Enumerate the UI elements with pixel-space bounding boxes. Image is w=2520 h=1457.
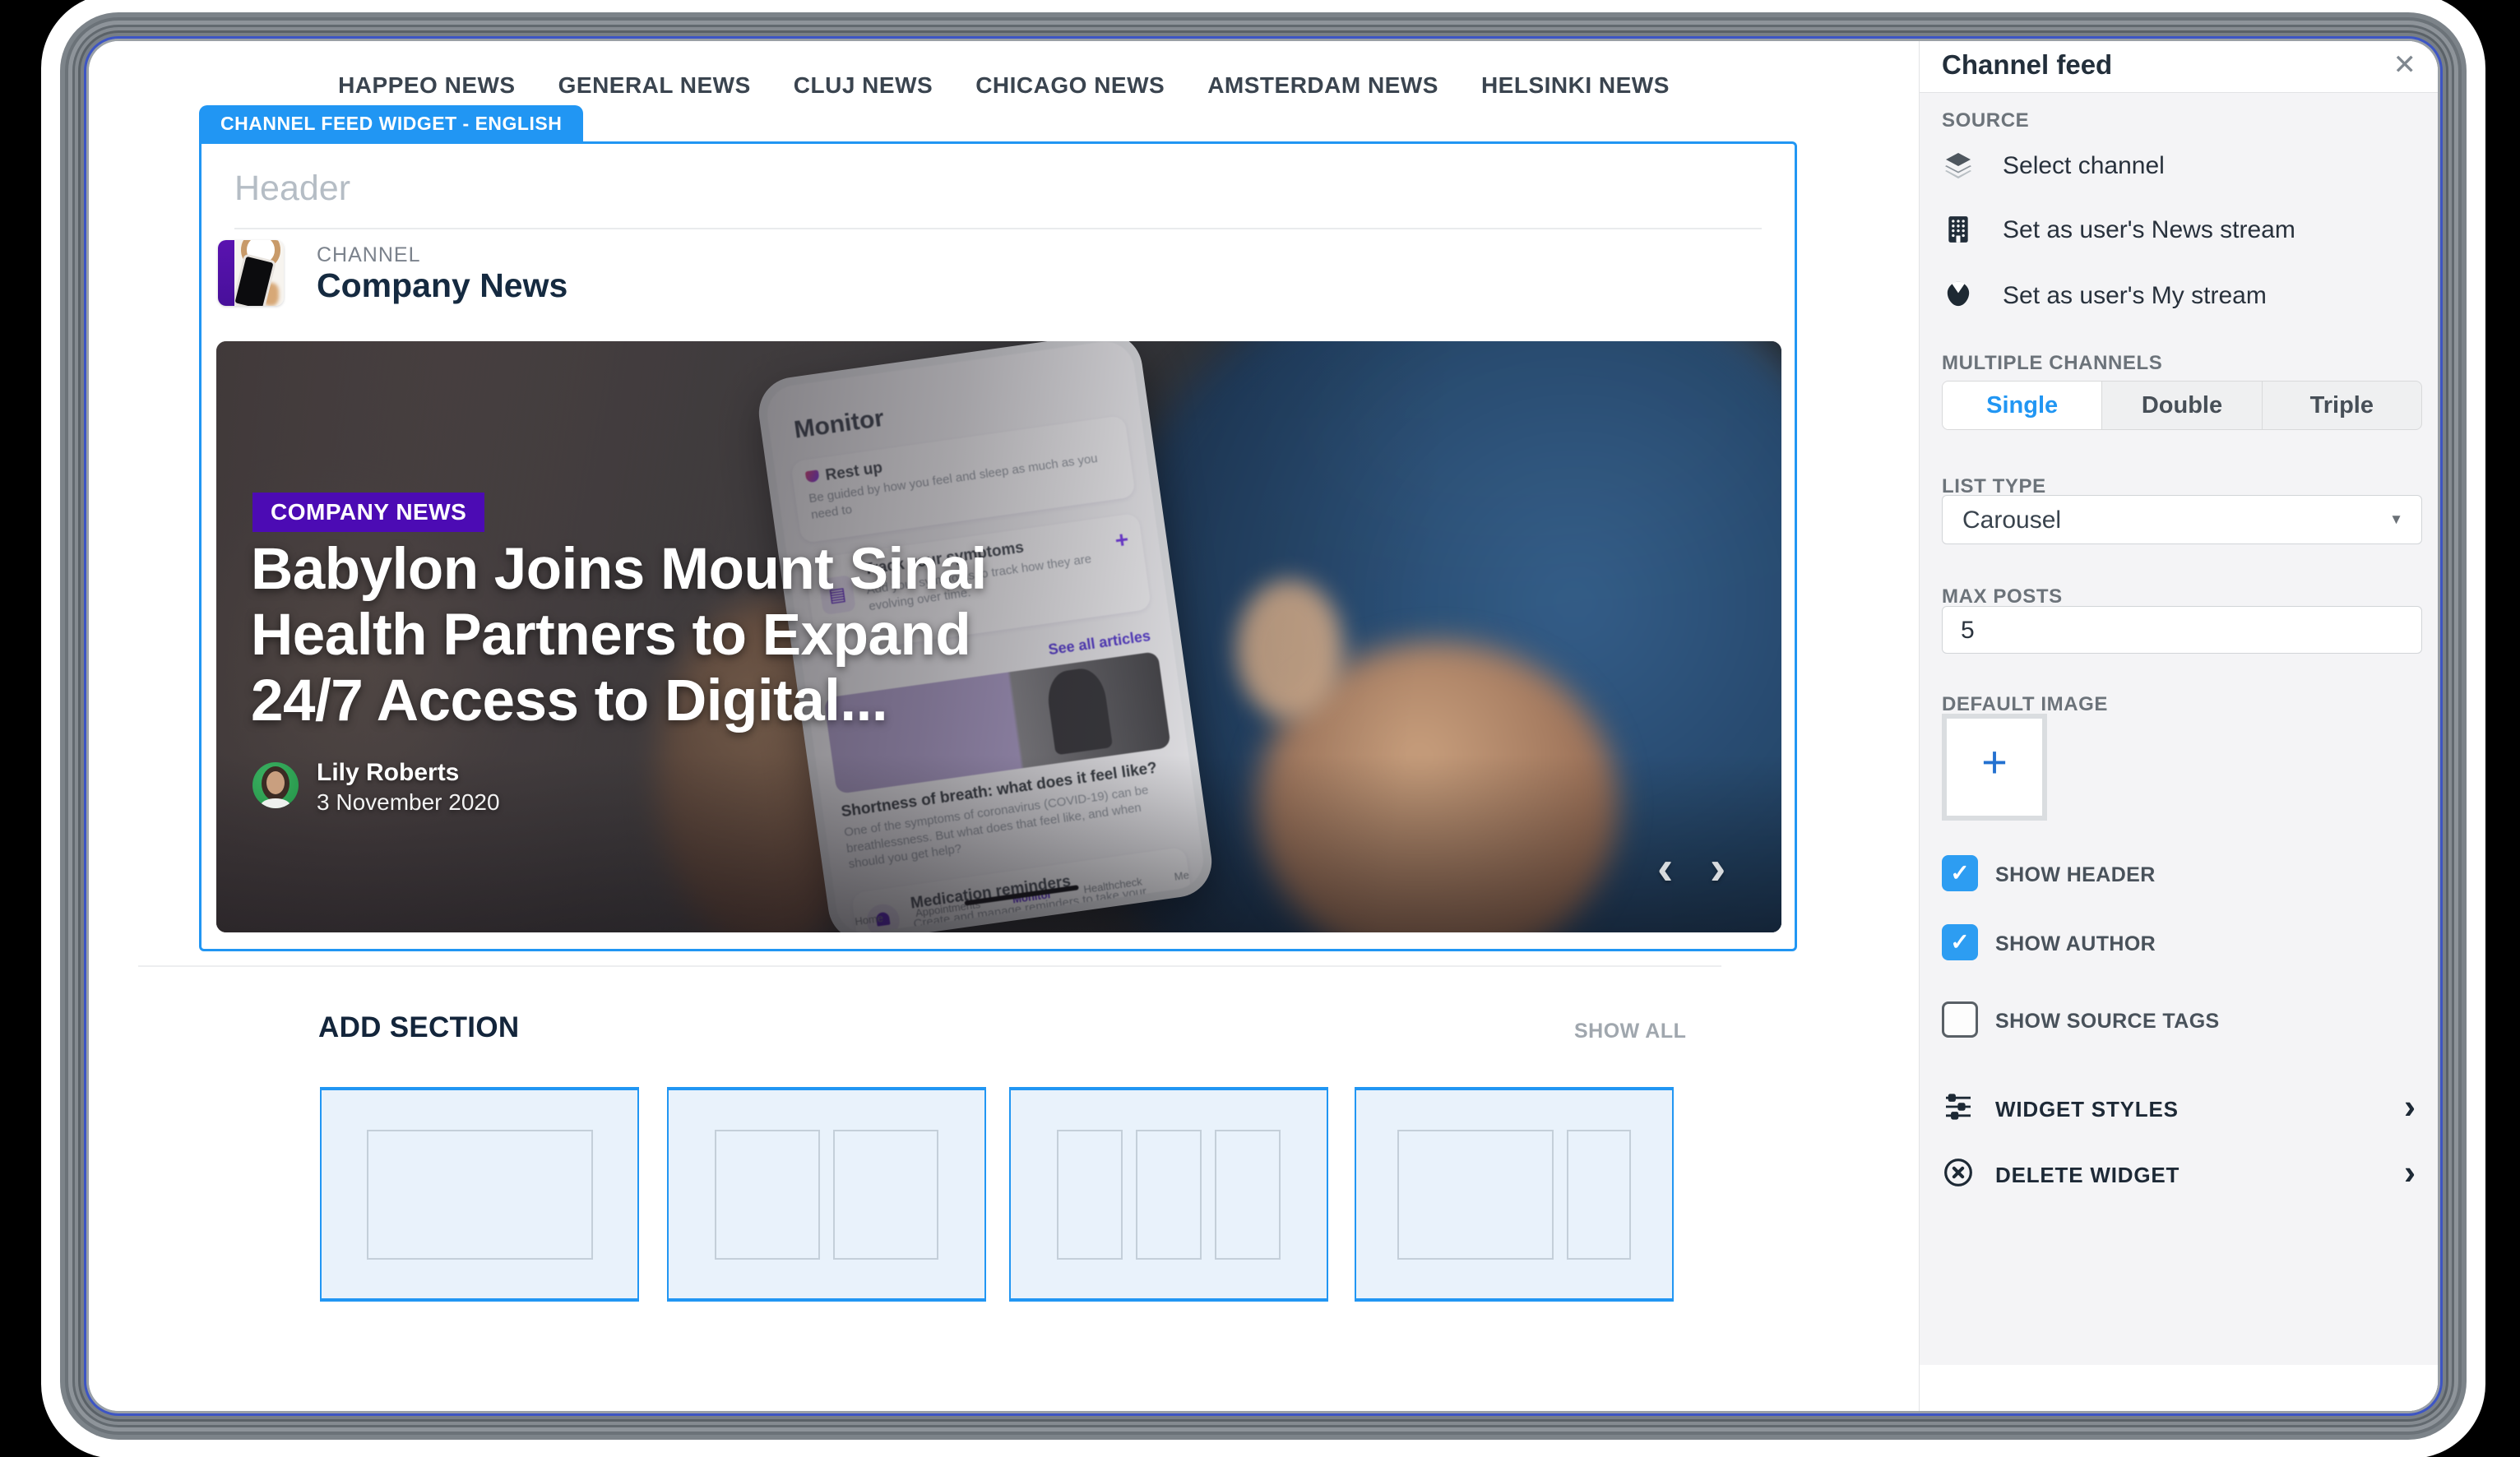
news-nav: HAPPEO NEWS GENERAL NEWS CLUJ NEWS CHICA… bbox=[89, 72, 1919, 99]
nav-tab-cluj-news[interactable]: CLUJ NEWS bbox=[794, 72, 933, 99]
section-layout-option-two-columns[interactable] bbox=[667, 1087, 986, 1302]
section-layout-option-one-column[interactable] bbox=[320, 1087, 639, 1302]
plus-icon: + bbox=[1947, 740, 2042, 784]
action-label: WIDGET STYLES bbox=[1995, 1097, 2179, 1122]
avatar-shirt bbox=[261, 798, 290, 808]
post-source-tag: COMPANY NEWS bbox=[252, 493, 484, 532]
channel-name: Company News bbox=[317, 266, 567, 305]
chevron-right-icon: › bbox=[2404, 1154, 2416, 1191]
panel-footer bbox=[1920, 1365, 2438, 1411]
post-carousel[interactable]: Monitor Rest up Be guided by how you fee… bbox=[216, 341, 1781, 932]
option-label: Set as user's News stream bbox=[2003, 216, 2295, 244]
my-stream-icon bbox=[1942, 279, 1975, 312]
nav-tab-general-news[interactable]: GENERAL NEWS bbox=[558, 72, 751, 99]
max-posts-input[interactable]: 5 bbox=[1942, 606, 2422, 654]
channel-thumbnail bbox=[218, 240, 284, 306]
section-layout-option-wide-narrow[interactable] bbox=[1355, 1087, 1674, 1302]
list-type-select[interactable]: Carousel ▼ bbox=[1942, 495, 2422, 544]
show-all-button[interactable]: SHOW ALL bbox=[1574, 1020, 1686, 1043]
multiple-channels-label: MULTIPLE CHANNELS bbox=[1942, 352, 2162, 375]
widget-settings-panel: Channel feed ✕ SOURCE Select channel bbox=[1919, 41, 2438, 1411]
sliders-icon bbox=[1942, 1090, 1975, 1123]
toggle-label: SHOW SOURCE TAGS bbox=[1995, 1010, 2220, 1034]
channel-kicker: CHANNEL bbox=[317, 243, 420, 267]
segment-triple[interactable]: Triple bbox=[2263, 382, 2421, 429]
widget-header-input[interactable]: Header bbox=[234, 169, 1468, 209]
layout-box bbox=[1136, 1130, 1202, 1260]
layout-box bbox=[715, 1130, 820, 1260]
toggle-label: SHOW HEADER bbox=[1995, 863, 2156, 887]
layers-icon bbox=[1942, 149, 1975, 182]
header-underline bbox=[234, 228, 1762, 229]
layout-box bbox=[1397, 1130, 1554, 1260]
max-posts-label: MAX POSTS bbox=[1942, 585, 2063, 608]
panel-header: Channel feed ✕ bbox=[1920, 41, 2438, 93]
widget-tab-badge[interactable]: CHANNEL FEED WIDGET - ENGLISH bbox=[199, 105, 583, 141]
building-icon bbox=[1942, 213, 1975, 246]
chevron-right-icon: › bbox=[2404, 1089, 2416, 1125]
panel-title: Channel feed bbox=[1942, 49, 2112, 81]
channel-feed-widget[interactable]: Header CHANNEL Company News bbox=[199, 141, 1797, 951]
nav-tab-amsterdam-news[interactable]: AMSTERDAM NEWS bbox=[1207, 72, 1438, 99]
segment-double[interactable]: Double bbox=[2102, 382, 2262, 429]
add-section-title: ADD SECTION bbox=[318, 1011, 519, 1044]
section-layout-option-three-columns[interactable] bbox=[1009, 1087, 1328, 1302]
channel-color-bar bbox=[218, 240, 234, 306]
page: HAPPEO NEWS GENERAL NEWS CLUJ NEWS CHICA… bbox=[0, 0, 2520, 1457]
carousel-next-button[interactable]: › bbox=[1710, 844, 1726, 892]
nav-tab-chicago-news[interactable]: CHICAGO NEWS bbox=[975, 72, 1165, 99]
avatar-face bbox=[266, 771, 285, 794]
option-label: Set as user's My stream bbox=[2003, 282, 2267, 310]
channel-thumbnail-image bbox=[234, 240, 284, 306]
layout-box bbox=[833, 1130, 938, 1260]
nav-tab-helsinki-news[interactable]: HELSINKI NEWS bbox=[1481, 72, 1670, 99]
section-divider bbox=[138, 965, 1721, 967]
toggle-label: SHOW AUTHOR bbox=[1995, 932, 2156, 956]
author-name: Lily Roberts bbox=[317, 759, 459, 787]
panel-body: SOURCE Select channel bbox=[1920, 93, 2438, 1411]
post-title[interactable]: Babylon Joins Mount Sinai Health Partner… bbox=[251, 537, 1090, 735]
list-type-value: Carousel bbox=[1962, 506, 2061, 534]
carousel-prev-button[interactable]: ‹ bbox=[1657, 844, 1673, 892]
default-image-label: DEFAULT IMAGE bbox=[1942, 693, 2108, 716]
default-image-upload-button[interactable]: + bbox=[1942, 714, 2047, 821]
delete-widget-button[interactable]: DELETE WIDGET › bbox=[1942, 1156, 2416, 1192]
checkbox-checked-icon: ✓ bbox=[1942, 924, 1978, 960]
layout-box bbox=[1567, 1130, 1631, 1260]
action-label: DELETE WIDGET bbox=[1995, 1163, 2180, 1188]
widget-styles-button[interactable]: WIDGET STYLES › bbox=[1942, 1090, 2416, 1126]
multiple-channels-segmented-control: Single Double Triple bbox=[1942, 381, 2422, 430]
app-window: HAPPEO NEWS GENERAL NEWS CLUJ NEWS CHICA… bbox=[89, 41, 2438, 1411]
layout-box bbox=[367, 1130, 593, 1260]
delete-circle-icon bbox=[1942, 1156, 1975, 1189]
checkbox-unchecked-icon bbox=[1942, 1001, 1978, 1038]
nav-tab-happeo-news[interactable]: HAPPEO NEWS bbox=[338, 72, 516, 99]
layout-box bbox=[1215, 1130, 1281, 1260]
post-date: 3 November 2020 bbox=[317, 789, 500, 816]
option-label: Select channel bbox=[2003, 152, 2165, 180]
max-posts-value: 5 bbox=[1961, 617, 1975, 645]
page-editor-canvas: HAPPEO NEWS GENERAL NEWS CLUJ NEWS CHICA… bbox=[89, 41, 1919, 1411]
close-icon[interactable]: ✕ bbox=[2393, 51, 2417, 79]
caret-down-icon: ▼ bbox=[2389, 511, 2403, 528]
source-section-label: SOURCE bbox=[1942, 109, 2029, 132]
segment-single[interactable]: Single bbox=[1943, 382, 2102, 429]
checkbox-checked-icon: ✓ bbox=[1942, 855, 1978, 891]
layout-box bbox=[1057, 1130, 1123, 1260]
author-avatar bbox=[252, 762, 299, 808]
